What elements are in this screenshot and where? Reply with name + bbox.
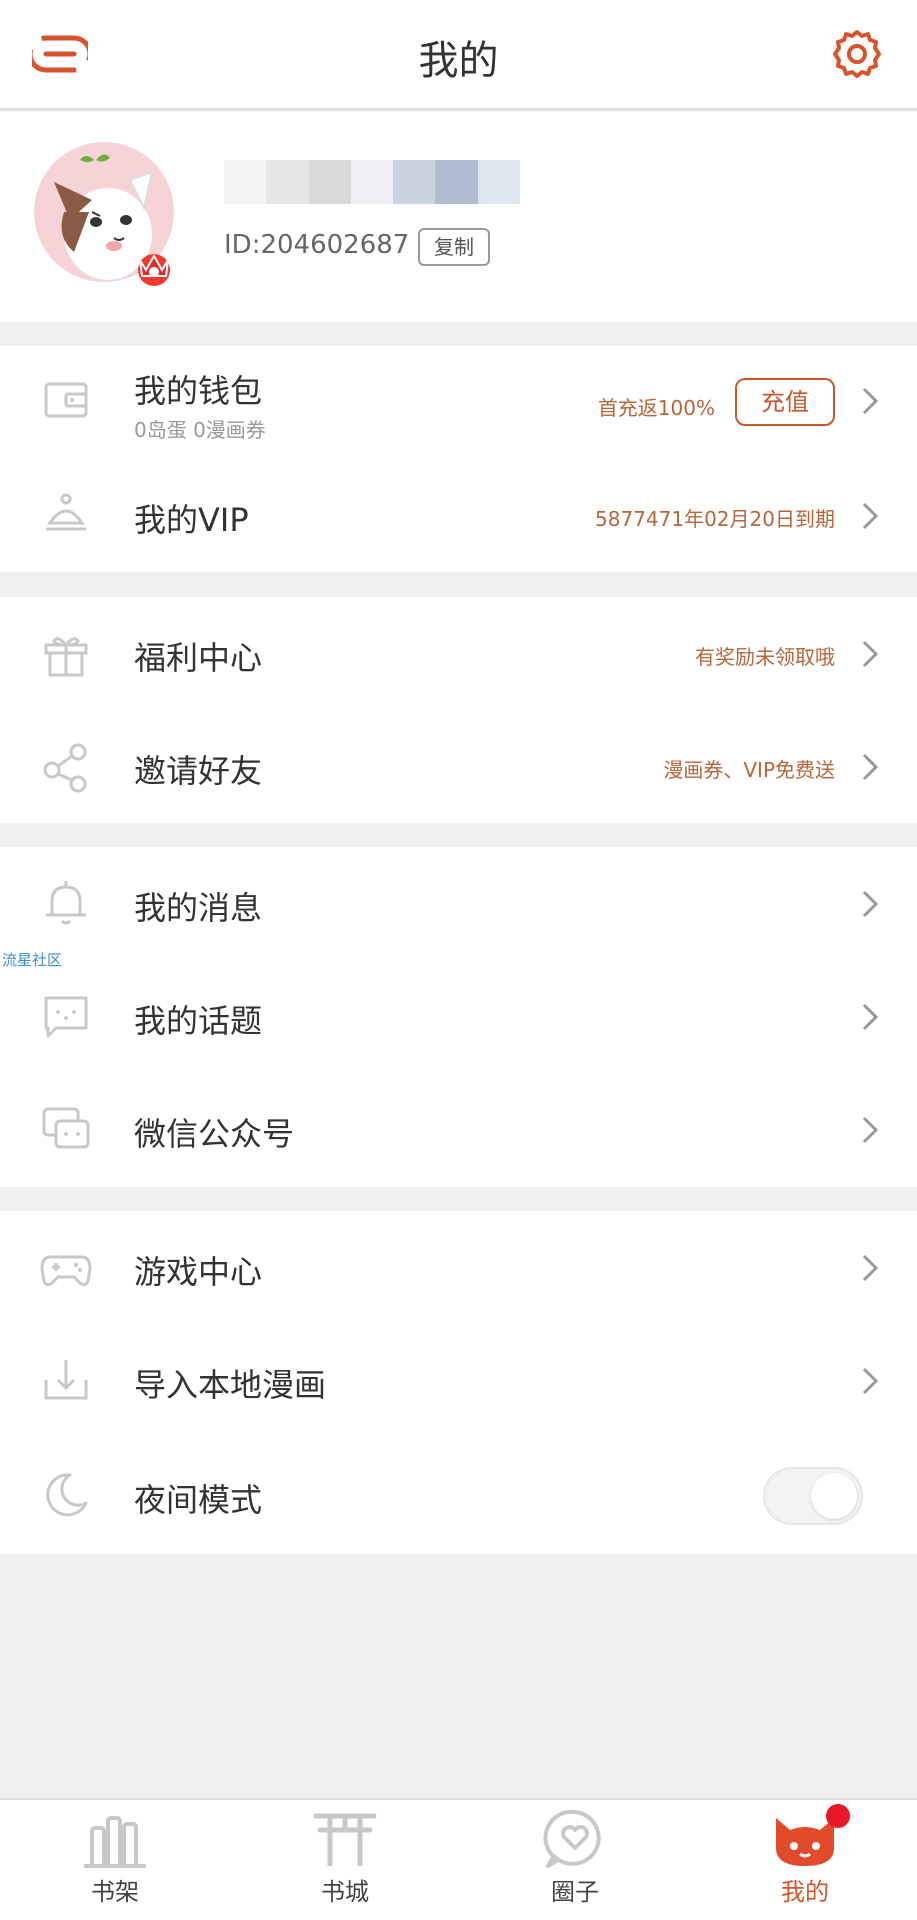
night-mode-toggle[interactable] [763, 1467, 863, 1525]
invite-hint: 漫画券、VIP免费送 [663, 758, 835, 782]
wallet-row[interactable]: 我的钱包 0岛蛋 0漫画券 首充返100% 充值 [0, 346, 917, 459]
gear-icon[interactable] [829, 26, 885, 82]
vip-expiry: 5877471年02月20日到期 [595, 507, 835, 531]
vip-row[interactable]: 我的VIP 5877471年02月20日到期 [0, 459, 917, 572]
rewards-section: 福利中心 有奖励未领取哦 邀请好友 漫画券、VIP免费送 [0, 597, 917, 823]
messages-label: 我的消息 [134, 889, 263, 927]
recharge-promo: 首充返100% [597, 396, 715, 420]
chevron-right-icon [862, 640, 879, 668]
night-mode-row: 夜间模式 [0, 1437, 917, 1550]
wallet-balance: 0岛蛋 0漫画券 [134, 418, 266, 442]
user-id: ID:204602687 [224, 230, 410, 260]
download-tray-icon [44, 1360, 88, 1400]
tab-bookstore[interactable]: 书城 [285, 1808, 405, 1918]
page-title: 我的 [418, 38, 499, 84]
chevron-right-icon [862, 890, 879, 918]
welfare-hint: 有奖励未领取哦 [695, 645, 835, 669]
bookshelf-icon [84, 1816, 146, 1868]
invite-label: 邀请好友 [134, 752, 263, 790]
welfare-row[interactable]: 福利中心 有奖励未领取哦 [0, 597, 917, 710]
recharge-button[interactable]: 充值 [735, 378, 835, 426]
tab-circle[interactable]: 圈子 [515, 1808, 635, 1918]
tab-label: 我的 [781, 1878, 829, 1906]
notification-badge [826, 1804, 850, 1828]
messages-row[interactable]: 我的消息 [0, 847, 917, 960]
chevron-right-icon [862, 753, 879, 781]
account-section: 我的钱包 0岛蛋 0漫画券 首充返100% 充值 我的VIP 5877471年0… [0, 346, 917, 572]
copy-id-button[interactable]: 复制 [418, 228, 490, 266]
games-label: 游戏中心 [134, 1253, 263, 1291]
toggle-knob [811, 1473, 857, 1519]
bell-icon [46, 881, 86, 925]
gift-icon [44, 637, 88, 677]
chevron-right-icon [862, 1116, 879, 1144]
chevron-right-icon [862, 1254, 879, 1282]
tab-bookshelf[interactable]: 书架 [55, 1808, 175, 1918]
profile-card[interactable]: ID:204602687 复制 [0, 112, 917, 322]
invite-row[interactable]: 邀请好友 漫画券、VIP免费送 [0, 710, 917, 823]
topics-row[interactable]: 我的话题 [0, 960, 917, 1073]
topics-label: 我的话题 [134, 1002, 263, 1040]
bookstore-icon [313, 1813, 377, 1866]
social-section: 我的消息 我的话题 微信公众号 [0, 847, 917, 1187]
tab-mine[interactable]: 我的 [745, 1808, 865, 1918]
wechat-label: 微信公众号 [134, 1115, 295, 1153]
tab-label: 圈子 [551, 1878, 599, 1906]
chevron-right-icon [862, 1003, 879, 1031]
crown-icon [138, 253, 170, 286]
chevron-right-icon [862, 502, 879, 530]
chevron-right-icon [862, 1367, 879, 1395]
watermark-text: 流星社区 [2, 951, 63, 969]
games-row[interactable]: 游戏中心 [0, 1211, 917, 1324]
bottom-tab-bar: 书架 书城 圈子 我的 [0, 1798, 917, 1920]
tab-label: 书架 [91, 1878, 139, 1906]
top-bar: 我的 [0, 0, 917, 110]
gamepad-icon [40, 1255, 92, 1287]
circle-icon [543, 1809, 601, 1868]
wallet-label: 我的钱包 [134, 372, 263, 410]
crown-outline-icon [46, 493, 86, 531]
moon-icon [46, 1473, 88, 1517]
import-row[interactable]: 导入本地漫画 [0, 1324, 917, 1437]
welfare-label: 福利中心 [134, 639, 263, 677]
wechat-row[interactable]: 微信公众号 [0, 1073, 917, 1186]
vip-label: 我的VIP [134, 501, 249, 539]
wallet-icon [44, 382, 88, 418]
wechat-official-icon [42, 1107, 90, 1149]
tools-section: 游戏中心 导入本地漫画 夜间模式 [0, 1211, 917, 1554]
chat-bubble-icon [44, 996, 88, 1038]
chevron-right-icon [862, 387, 879, 415]
night-mode-label: 夜间模式 [134, 1481, 263, 1519]
share-icon [43, 743, 87, 793]
import-label: 导入本地漫画 [134, 1366, 327, 1404]
tab-label: 书城 [321, 1878, 369, 1906]
username-redacted [224, 160, 520, 204]
